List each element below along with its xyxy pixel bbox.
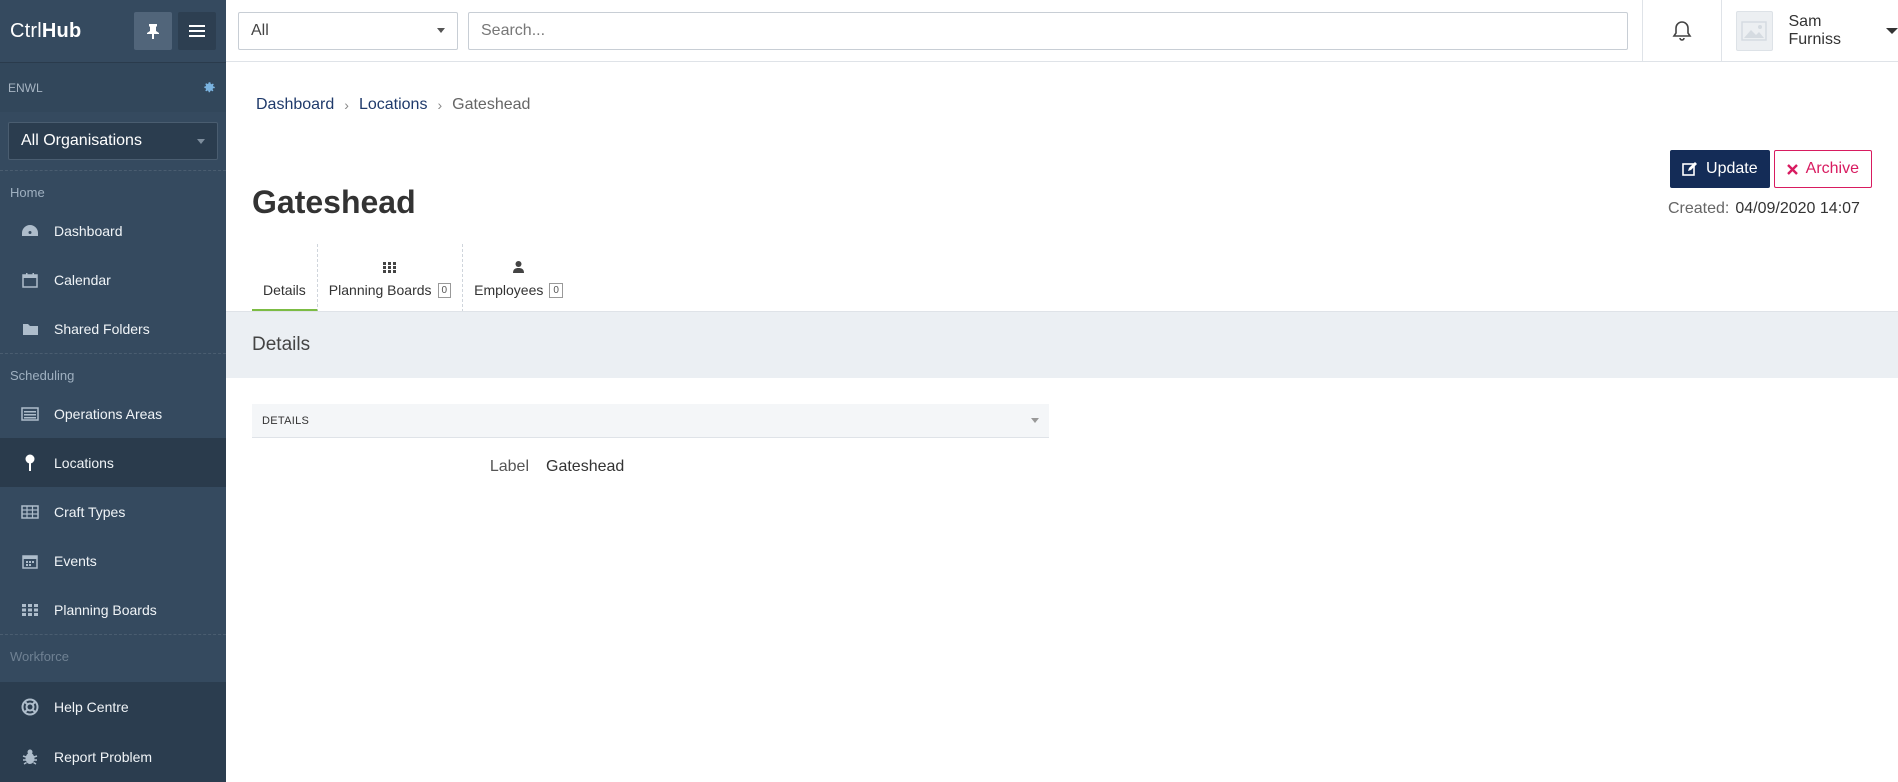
bug-icon xyxy=(22,749,38,765)
breadcrumb-dashboard[interactable]: Dashboard xyxy=(256,96,334,114)
folder-icon xyxy=(22,323,38,335)
created-value: 04/09/2020 14:07 xyxy=(1735,200,1860,217)
avatar xyxy=(1736,10,1773,51)
chevron-down-icon xyxy=(1031,418,1039,423)
sidebar-header: CtrlHub xyxy=(0,0,226,62)
breadcrumb-current: Gateshead xyxy=(452,96,531,113)
section-header-home: Home xyxy=(0,170,226,206)
tab-bar: Details Planning Boards 0 Employees 0 xyxy=(252,244,574,314)
sidebar-item-dashboard[interactable]: Dashboard xyxy=(0,206,226,255)
chevron-right-icon: › xyxy=(437,97,443,113)
search-scope-value: All xyxy=(251,21,269,39)
tab-details[interactable]: Details xyxy=(252,244,318,312)
grid-icon xyxy=(383,261,397,273)
field-row-label: Label Gateshead xyxy=(252,458,1049,476)
top-bar: All Sam Furniss xyxy=(226,0,1898,62)
sidebar-item-calendar[interactable]: Calendar xyxy=(0,255,226,304)
sidebar-item-planning-boards[interactable]: Planning Boards xyxy=(0,585,226,634)
chevron-down-icon xyxy=(197,138,205,144)
gear-icon[interactable] xyxy=(203,81,216,94)
sidebar-item-label: Report Problem xyxy=(54,749,153,765)
notifications-button[interactable] xyxy=(1642,0,1722,62)
tab-employees[interactable]: Employees 0 xyxy=(463,244,574,312)
organisation-select-value: All Organisations xyxy=(21,132,142,149)
update-button[interactable]: Update xyxy=(1670,150,1770,188)
update-button-label: Update xyxy=(1706,160,1758,177)
panel-title: DETAILS xyxy=(262,414,310,427)
sidebar: CtrlHub ENWL All Organisations Home Dash… xyxy=(0,0,226,782)
created-info: Created: 04/09/2020 14:07 xyxy=(1668,200,1860,218)
sidebar-item-label: Shared Folders xyxy=(54,320,150,337)
sidebar-item-craft-types[interactable]: Craft Types xyxy=(0,487,226,536)
organisation-select[interactable]: All Organisations xyxy=(8,122,218,160)
logo-text-light: Ctrl xyxy=(10,19,42,42)
count-badge: 0 xyxy=(549,282,563,298)
tab-label: Planning Boards xyxy=(328,282,432,298)
org-code: ENWL xyxy=(8,80,43,95)
sidebar-item-label: Planning Boards xyxy=(54,601,157,618)
section-header-scheduling: Scheduling xyxy=(0,353,226,389)
user-menu[interactable]: Sam Furniss xyxy=(1722,10,1898,51)
edit-icon xyxy=(1682,162,1698,176)
sidebar-item-operations-areas[interactable]: Operations Areas xyxy=(0,389,226,438)
lifebuoy-icon xyxy=(21,698,39,716)
user-icon xyxy=(513,261,525,273)
chevron-right-icon: › xyxy=(344,97,349,113)
breadcrumb-locations[interactable]: Locations xyxy=(359,96,428,114)
menu-toggle-button[interactable] xyxy=(178,12,216,50)
sidebar-item-label: Operations Areas xyxy=(54,405,163,422)
sidebar-item-label: Dashboard xyxy=(54,222,123,239)
pin-sidebar-button[interactable] xyxy=(134,12,172,50)
search-input[interactable] xyxy=(468,11,1628,50)
chevron-down-icon xyxy=(1886,27,1898,34)
tab-planning-boards[interactable]: Planning Boards 0 xyxy=(318,244,464,312)
sidebar-item-label: Locations xyxy=(54,454,114,471)
section-title: Details xyxy=(226,312,1898,378)
main-content: Dashboard › Locations › Gateshead Gatesh… xyxy=(226,62,1898,782)
close-icon xyxy=(1786,163,1798,175)
archive-button[interactable]: Archive xyxy=(1773,150,1872,188)
table-icon xyxy=(21,504,39,519)
details-panel: DETAILS Label Gateshead xyxy=(252,404,1049,476)
sidebar-item-label: Calendar xyxy=(54,271,111,288)
sidebar-item-locations[interactable]: Locations xyxy=(0,438,226,487)
field-value: Gateshead xyxy=(546,458,625,475)
sidebar-item-label: Craft Types xyxy=(54,503,126,520)
location-pin-icon xyxy=(25,454,35,471)
org-row: ENWL xyxy=(0,62,226,112)
sidebar-footer: Help Centre Report Problem xyxy=(0,682,226,782)
sidebar-item-label: Events xyxy=(54,552,97,569)
sidebar-item-help-centre[interactable]: Help Centre xyxy=(0,682,226,732)
calendar-grid-icon xyxy=(22,554,38,569)
grid-icon xyxy=(22,603,38,616)
section-header-workforce: Workforce xyxy=(0,634,226,670)
sidebar-item-report-problem[interactable]: Report Problem xyxy=(0,732,226,782)
sidebar-item-label: Help Centre xyxy=(54,699,129,715)
chevron-down-icon xyxy=(437,28,445,33)
created-label: Created: xyxy=(1668,200,1730,217)
count-badge: 0 xyxy=(437,282,452,298)
logo-text-bold: Hub xyxy=(41,19,82,42)
dashboard-icon xyxy=(22,224,38,236)
page-title: Gateshead xyxy=(252,184,416,220)
sidebar-item-events[interactable]: Events xyxy=(0,536,226,585)
archive-button-label: Archive xyxy=(1805,160,1859,177)
image-placeholder-icon xyxy=(1741,20,1767,41)
tab-label: Details xyxy=(263,282,306,298)
details-panel-header[interactable]: DETAILS xyxy=(252,404,1049,438)
hamburger-icon xyxy=(189,25,205,37)
field-label: Label xyxy=(489,458,529,475)
pin-icon xyxy=(147,24,159,39)
user-name: Sam Furniss xyxy=(1788,12,1841,48)
breadcrumb: Dashboard › Locations › Gateshead xyxy=(256,96,530,114)
calendar-icon xyxy=(22,272,38,288)
tab-label: Employees xyxy=(474,282,544,298)
list-icon xyxy=(21,406,39,421)
search-scope-select[interactable]: All xyxy=(238,11,458,50)
sidebar-item-shared-folders[interactable]: Shared Folders xyxy=(0,304,226,353)
page-actions: Update Archive xyxy=(1670,150,1872,188)
bell-icon xyxy=(1672,20,1692,41)
app-logo[interactable]: CtrlHub xyxy=(10,20,128,43)
